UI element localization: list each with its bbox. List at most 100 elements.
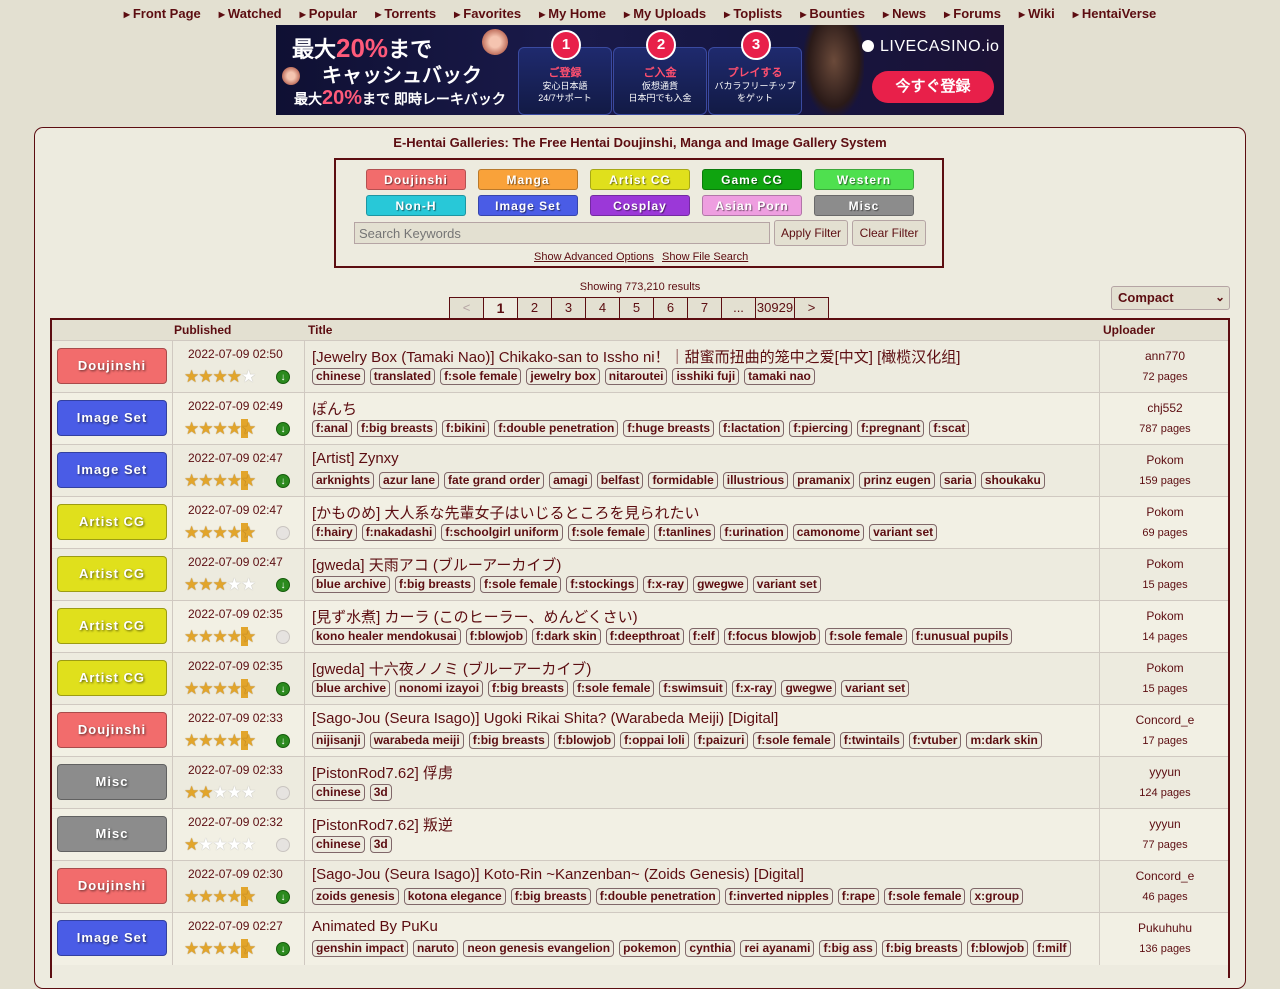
tag[interactable]: f:twintails [839, 732, 904, 749]
category-badge[interactable]: Artist CG [57, 608, 167, 644]
tag[interactable]: f:scat [929, 420, 970, 437]
tag[interactable]: chinese [312, 784, 365, 801]
torrent-download-icon[interactable]: ↓ [276, 682, 290, 696]
tag[interactable]: f:sole female [573, 680, 655, 697]
tag[interactable]: f:bikini [442, 420, 490, 437]
tag[interactable]: tamaki nao [744, 368, 815, 385]
page-button[interactable]: 2 [517, 297, 551, 319]
category-filter-image-set[interactable]: Image Set [478, 195, 578, 216]
tag[interactable]: saria [939, 472, 976, 489]
category-filter-western[interactable]: Western [814, 169, 914, 190]
tag[interactable]: isshiki fuji [672, 368, 740, 385]
page-button[interactable]: 7 [687, 297, 721, 319]
gallery-title[interactable]: [Sago-Jou (Seura Isago)] Koto-Rin ~Kanze… [312, 866, 804, 883]
tag[interactable]: f:urination [720, 524, 788, 541]
gallery-title[interactable]: [gweda] 天雨アコ (ブルーアーカイブ) [312, 554, 561, 575]
tag[interactable]: f:sole female [884, 888, 966, 905]
tag[interactable]: nijisanji [312, 732, 365, 749]
uploader-name[interactable]: yyyun [1102, 817, 1228, 831]
tag[interactable]: f:sole female [480, 576, 562, 593]
tag[interactable]: f:big breasts [488, 680, 569, 697]
tag[interactable]: f:sole female [753, 732, 835, 749]
column-title[interactable]: Title [308, 323, 332, 337]
page-button[interactable]: 6 [653, 297, 687, 319]
torrent-download-icon[interactable]: ↓ [276, 474, 290, 488]
gallery-title[interactable]: [PistonRod7.62] 叛逆 [312, 814, 453, 835]
tag[interactable]: m:dark skin [966, 732, 1042, 749]
tag[interactable]: f:big breasts [468, 732, 549, 749]
category-filter-cosplay[interactable]: Cosplay [590, 195, 690, 216]
tag[interactable]: illustrious [722, 472, 789, 489]
nav-link-wiki[interactable]: ▶ Wiki [1019, 6, 1055, 21]
tag[interactable]: f:lactation [719, 420, 785, 437]
show-advanced-options-link[interactable]: Show Advanced Options [534, 251, 654, 263]
uploader-name[interactable]: yyyun [1102, 765, 1228, 779]
category-badge[interactable]: Artist CG [57, 556, 167, 592]
category-badge[interactable]: Image Set [57, 400, 167, 436]
category-filter-doujinshi[interactable]: Doujinshi [366, 169, 466, 190]
gallery-title[interactable]: [Sago-Jou (Seura Isago)] Ugoki Rikai Shi… [312, 710, 778, 727]
tag[interactable]: f:rape [837, 888, 880, 905]
tag[interactable]: camonome [792, 524, 865, 541]
tag[interactable]: fate grand order [444, 472, 545, 489]
tag[interactable]: pokemon [619, 940, 681, 957]
tag[interactable]: translated [369, 368, 436, 385]
tag[interactable]: f:big ass [819, 940, 877, 957]
tag[interactable]: blue archive [312, 576, 391, 593]
category-badge[interactable]: Doujinshi [57, 868, 167, 904]
category-badge[interactable]: Doujinshi [57, 348, 167, 384]
tag[interactable]: zoids genesis [312, 888, 399, 905]
tag[interactable]: warabeda meiji [369, 732, 464, 749]
category-filter-artist-cg[interactable]: Artist CG [590, 169, 690, 190]
tag[interactable]: azur lane [379, 472, 440, 489]
tag[interactable]: f:big breasts [881, 940, 962, 957]
tag[interactable]: f:big breasts [395, 576, 476, 593]
category-badge[interactable]: Image Set [57, 920, 167, 956]
gallery-title[interactable]: [かものめ] 大人系な先輩女子はいじるところを見られたい [312, 502, 700, 523]
gallery-title[interactable]: ぽんち [312, 398, 357, 419]
tag[interactable]: shoukaku [980, 472, 1045, 489]
nav-link-news[interactable]: ▶ News [883, 6, 926, 21]
uploader-name[interactable]: Pokom [1102, 557, 1228, 571]
tag[interactable]: f:unusual pupils [911, 628, 1013, 645]
advertisement-banner[interactable]: 最大20%まで キャッシュバック 最大20%まで 即時レーキバック 1 ご登録 安心… [276, 25, 1004, 115]
tag[interactable]: blue archive [312, 680, 391, 697]
uploader-name[interactable]: Pukuhuhu [1102, 921, 1228, 935]
nav-link-toplists[interactable]: ▶ Toplists [724, 6, 782, 21]
nav-link-forums[interactable]: ▶ Forums [944, 6, 1001, 21]
tag[interactable]: kotona elegance [403, 888, 506, 905]
tag[interactable]: f:schoolgirl uniform [441, 524, 563, 541]
uploader-name[interactable]: Pokom [1102, 609, 1228, 623]
tag[interactable]: f:nakadashi [361, 524, 437, 541]
nav-link-hentaiverse[interactable]: ▶ HentaiVerse [1073, 6, 1157, 21]
category-badge[interactable]: Image Set [57, 452, 167, 488]
tag[interactable]: f:sole female [440, 368, 522, 385]
tag[interactable]: f:x-ray [731, 680, 777, 697]
tag[interactable]: f:huge breasts [623, 420, 715, 437]
uploader-name[interactable]: chj552 [1102, 401, 1228, 415]
page-button[interactable]: 1 [483, 297, 517, 319]
category-filter-manga[interactable]: Manga [478, 169, 578, 190]
tag[interactable]: f:inverted nipples [724, 888, 833, 905]
torrent-download-icon[interactable]: ↓ [276, 890, 290, 904]
tag[interactable]: arknights [312, 472, 375, 489]
tag[interactable]: gwegwe [693, 576, 748, 593]
clear-filter-button[interactable]: Clear Filter [852, 220, 926, 246]
column-uploader[interactable]: Uploader [1103, 323, 1155, 337]
tag[interactable]: f:big breasts [357, 420, 438, 437]
page-button[interactable]: 4 [585, 297, 619, 319]
tag[interactable]: f:oppai loli [620, 732, 689, 749]
tag[interactable]: f:double penetration [494, 420, 619, 437]
category-filter-asian-porn[interactable]: Asian Porn [702, 195, 802, 216]
tag[interactable]: kono healer mendokusai [312, 628, 461, 645]
search-input[interactable] [354, 222, 770, 244]
page-button[interactable]: 3 [551, 297, 585, 319]
nav-link-bounties[interactable]: ▶ Bounties [800, 6, 865, 21]
tag[interactable]: variant set [841, 680, 910, 697]
tag[interactable]: genshin impact [312, 940, 409, 957]
tag[interactable]: f:paizuri [693, 732, 749, 749]
tag[interactable]: f:blowjob [966, 940, 1029, 957]
tag[interactable]: jewelry box [526, 368, 600, 385]
tag[interactable]: f:vtuber [908, 732, 962, 749]
tag[interactable]: variant set [752, 576, 821, 593]
